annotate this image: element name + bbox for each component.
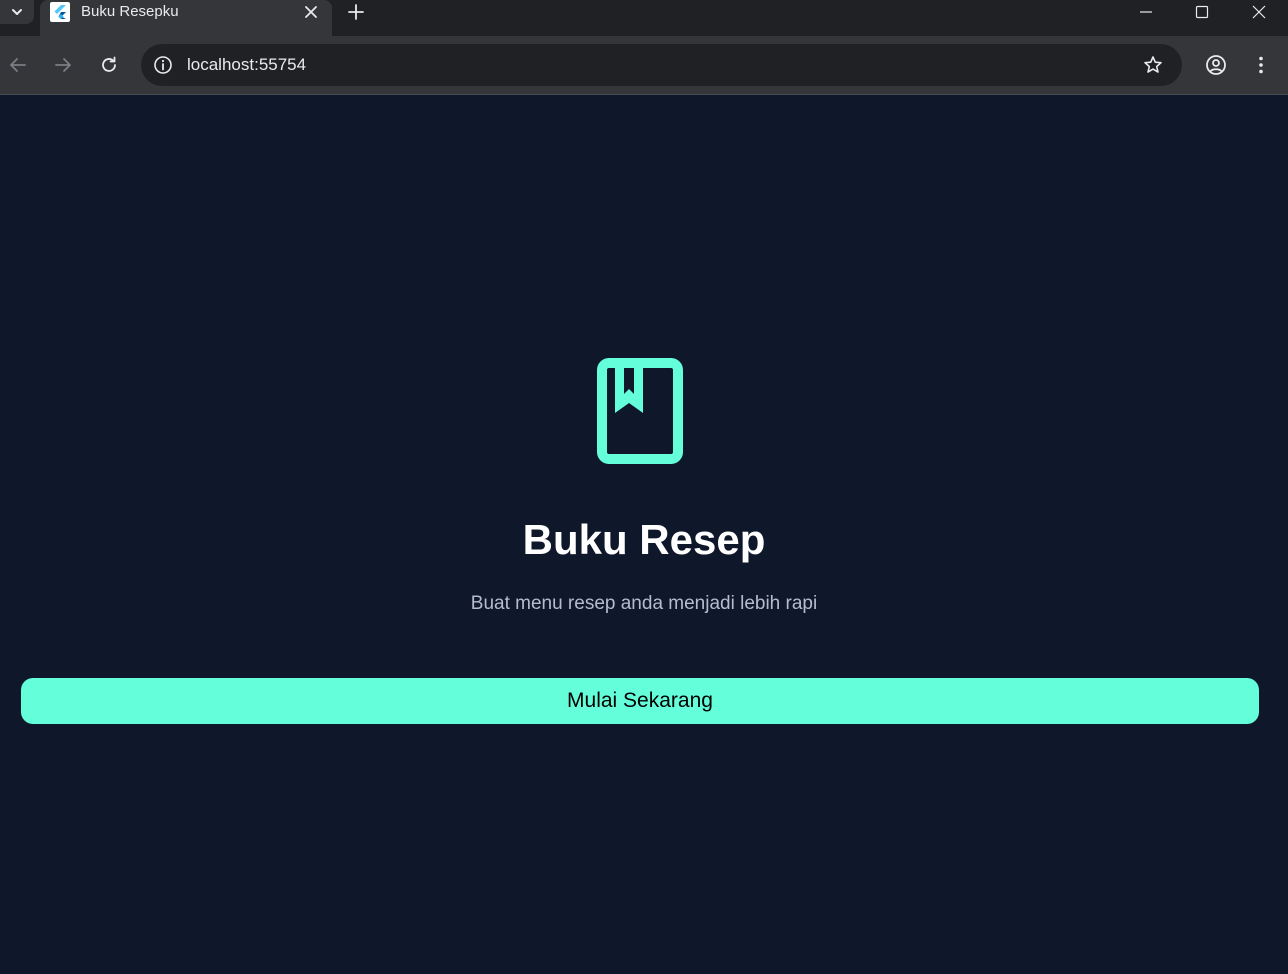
url-text[interactable]: localhost:55754 — [187, 55, 306, 75]
app-subtitle: Buat menu resep anda menjadi lebih rapi — [470, 593, 818, 614]
tab-title: Buku Resepku — [81, 3, 179, 20]
star-icon — [1144, 56, 1162, 73]
browser-toolbar: localhost:55754 — [0, 36, 1288, 95]
app-title: Buku Resep — [522, 516, 766, 563]
browser-tab-strip: Buku Resepku — [0, 0, 1288, 36]
close-window-button[interactable] — [1231, 0, 1287, 24]
plus-icon — [348, 4, 364, 20]
start-now-button[interactable]: Mulai Sekarang — [21, 678, 1259, 724]
arrow-left-icon — [10, 58, 26, 72]
bookmark-book-icon — [597, 358, 683, 464]
close-icon — [305, 6, 317, 18]
flutter-icon — [50, 2, 70, 22]
site-info-button[interactable] — [150, 52, 176, 78]
more-vert-icon — [1259, 56, 1263, 74]
browser-menu-button[interactable] — [1247, 51, 1275, 79]
tab-close-button[interactable] — [300, 1, 322, 23]
chevron-down-icon — [12, 9, 22, 15]
reload-button[interactable] — [95, 51, 123, 79]
browser-tab[interactable]: Buku Resepku — [40, 0, 332, 36]
info-icon — [154, 56, 172, 74]
bookmark-button[interactable] — [1140, 52, 1166, 78]
maximize-icon — [1195, 5, 1209, 19]
profile-button[interactable] — [1202, 51, 1230, 79]
address-bar[interactable]: localhost:55754 — [141, 44, 1182, 86]
app-page: Buku Resep Buat menu resep anda menjadi … — [0, 96, 1288, 974]
tab-search-button[interactable] — [0, 0, 34, 24]
back-button[interactable] — [4, 51, 32, 79]
minimize-icon — [1140, 11, 1152, 13]
start-now-label: Mulai Sekarang — [567, 689, 713, 712]
minimize-button[interactable] — [1118, 0, 1174, 24]
close-icon — [1252, 5, 1266, 19]
forward-button[interactable] — [49, 51, 77, 79]
new-tab-button[interactable] — [344, 0, 368, 24]
maximize-button[interactable] — [1174, 0, 1230, 24]
arrow-right-icon — [55, 58, 71, 72]
account-circle-icon — [1206, 55, 1226, 75]
reload-icon — [102, 56, 116, 72]
